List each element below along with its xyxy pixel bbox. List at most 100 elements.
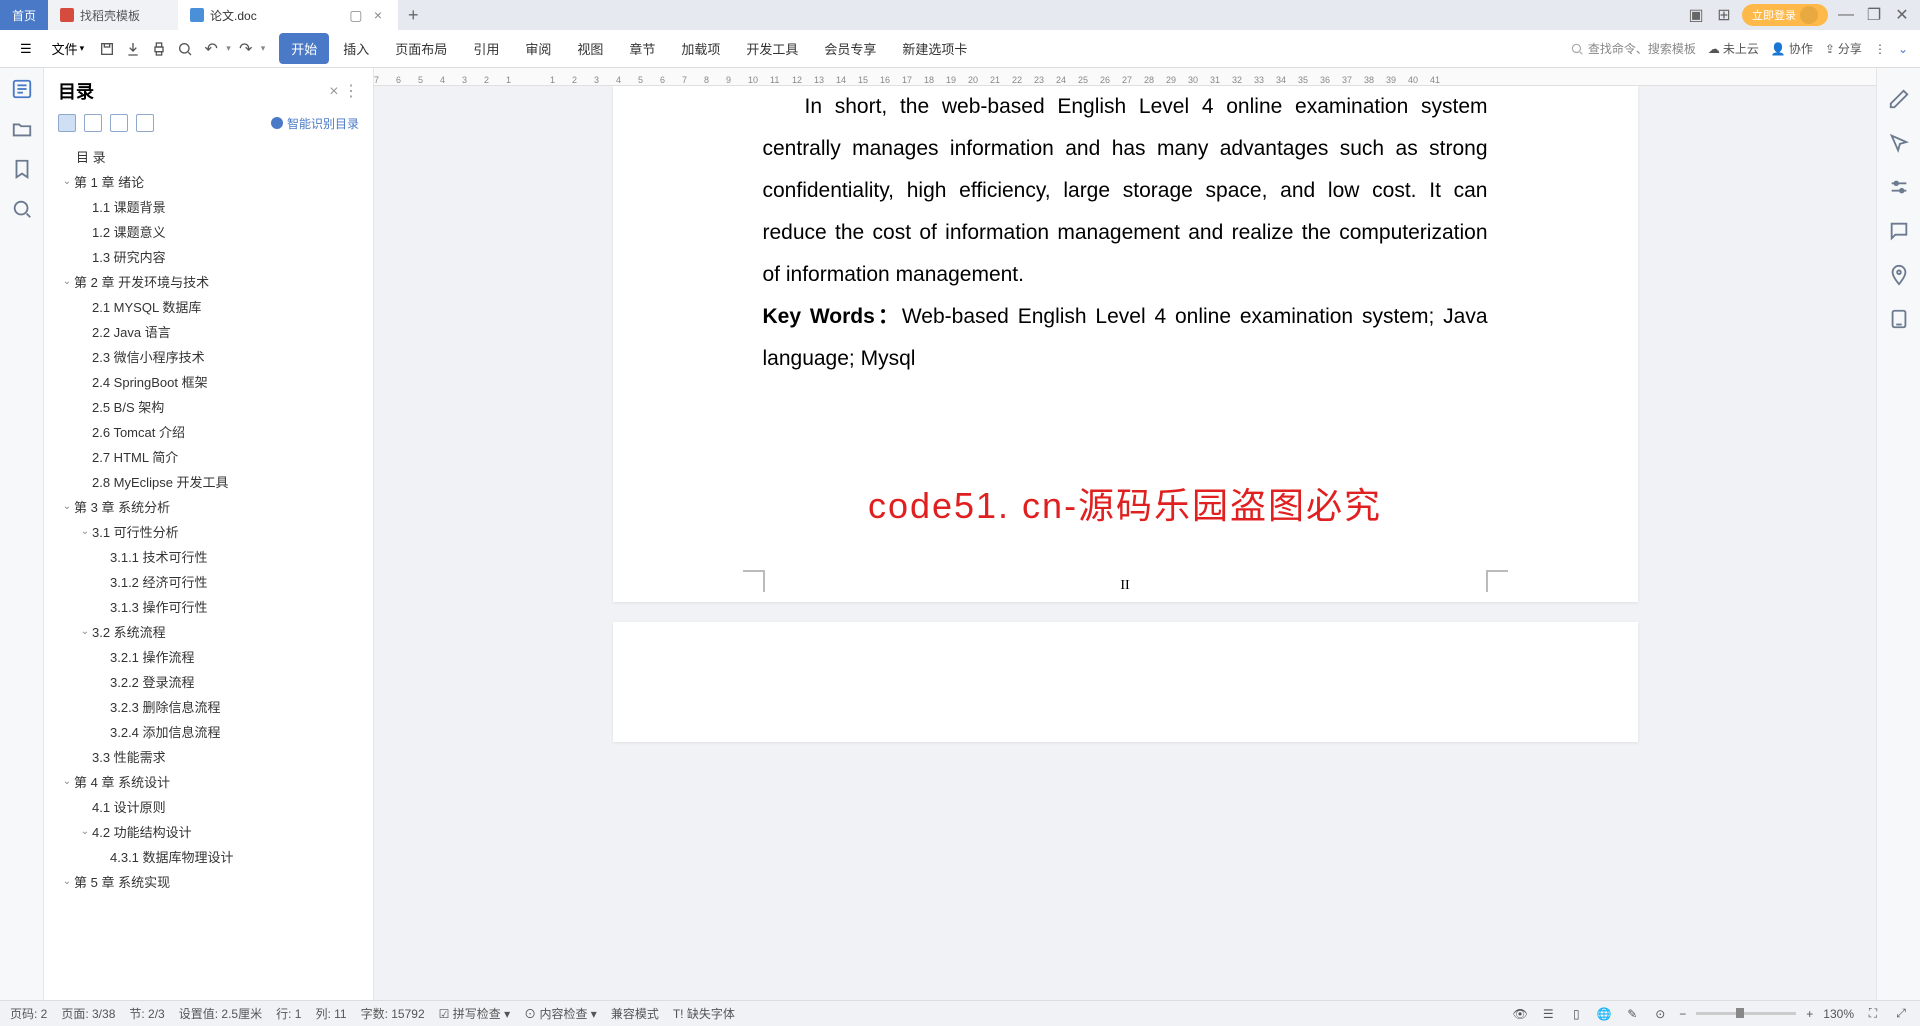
location-icon[interactable]	[1888, 264, 1910, 286]
grid-icon[interactable]: ⊞	[1714, 5, 1734, 25]
ribbon-tab-member[interactable]: 会员专享	[812, 33, 888, 64]
tab-docao[interactable]: 找稻壳模板	[48, 0, 178, 30]
view-list-icon[interactable]: ☰	[1539, 1005, 1557, 1023]
undo-icon[interactable]: ↶	[200, 38, 222, 60]
toc-item[interactable]: 2.4 SpringBoot 框架	[52, 369, 373, 394]
toc-item[interactable]: 3.3 性能需求	[52, 744, 373, 769]
smart-toc-button[interactable]: 智能识别目录	[271, 115, 359, 132]
toc-item[interactable]: 2.2 Java 语言	[52, 319, 373, 344]
toc-item[interactable]: 1.1 课题背景	[52, 194, 373, 219]
toc-item[interactable]: 2.6 Tomcat 介绍	[52, 419, 373, 444]
zoom-value[interactable]: 130%	[1823, 1007, 1854, 1021]
preview-icon[interactable]	[174, 38, 196, 60]
bookmark-rail-icon[interactable]	[11, 158, 33, 180]
maximize-icon[interactable]: ❐	[1864, 5, 1884, 25]
status-compat[interactable]: 兼容模式	[611, 1005, 659, 1022]
toc-root[interactable]: 目 录	[52, 144, 373, 169]
view-page-icon[interactable]: ▯	[1567, 1005, 1585, 1023]
ribbon-tab-dev[interactable]: 开发工具	[734, 33, 810, 64]
ruler[interactable]: 7654321123456789101112131415161718192021…	[374, 68, 1876, 86]
status-section[interactable]: 节: 2/3	[129, 1005, 164, 1022]
tab-document[interactable]: 论文.doc ▢ ×	[178, 0, 398, 30]
toc-item[interactable]: ⌄4.2 功能结构设计	[52, 819, 373, 844]
status-col[interactable]: 列: 11	[315, 1005, 346, 1022]
toc-item[interactable]: 3.1.3 操作可行性	[52, 594, 373, 619]
toc-item[interactable]: 2.5 B/S 架构	[52, 394, 373, 419]
tab-home[interactable]: 首页	[0, 0, 48, 30]
toc-item[interactable]: 2.3 微信小程序技术	[52, 344, 373, 369]
ribbon-tab-addon[interactable]: 加载项	[669, 33, 732, 64]
toc-item[interactable]: ⌄3.2 系统流程	[52, 619, 373, 644]
ribbon-tab-review[interactable]: 审阅	[513, 33, 563, 64]
command-search[interactable]: 查找命令、搜索模板	[1570, 40, 1696, 57]
toc-item[interactable]: 4.1 设计原则	[52, 794, 373, 819]
fullscreen-icon[interactable]: ⛶	[1864, 1005, 1882, 1023]
toc-item[interactable]: 2.8 MyEclipse 开发工具	[52, 469, 373, 494]
ribbon-tab-ref[interactable]: 引用	[461, 33, 511, 64]
outline-tool3-icon[interactable]	[110, 114, 128, 132]
toc-item[interactable]: ⌄第 2 章 开发环境与技术	[52, 269, 373, 294]
login-button[interactable]: 立即登录	[1742, 4, 1828, 26]
tab-window-icon[interactable]: ▢	[345, 7, 366, 23]
toc-item[interactable]: 2.1 MYSQL 数据库	[52, 294, 373, 319]
more-icon[interactable]: ⋮	[1874, 42, 1886, 56]
toc-item[interactable]: ⌄第 1 章 绪论	[52, 169, 373, 194]
close-icon[interactable]: ✕	[1892, 5, 1912, 25]
outline-tool1-icon[interactable]	[58, 114, 76, 132]
outline-tool2-icon[interactable]	[84, 114, 102, 132]
toc-item[interactable]: 3.1.2 经济可行性	[52, 569, 373, 594]
toc-item[interactable]: 1.3 研究内容	[52, 244, 373, 269]
chat-icon[interactable]	[1888, 220, 1910, 242]
toc-item[interactable]: 4.3.1 数据库物理设计	[52, 844, 373, 869]
ribbon-tab-start[interactable]: 开始	[279, 33, 329, 64]
minimize-icon[interactable]: —	[1836, 5, 1856, 25]
save-icon[interactable]	[96, 38, 118, 60]
status-font[interactable]: T! 缺失字体	[673, 1005, 735, 1022]
outline-rail-icon[interactable]	[11, 78, 33, 100]
status-pagecode[interactable]: 页码: 2	[10, 1005, 47, 1022]
ribbon-tab-chapter[interactable]: 章节	[617, 33, 667, 64]
sliders-icon[interactable]	[1888, 176, 1910, 198]
tab-new-button[interactable]: +	[398, 5, 429, 26]
share-button[interactable]: ⇪ 分享	[1825, 40, 1862, 57]
redo-icon[interactable]: ↷	[235, 38, 257, 60]
collapse-icon[interactable]: ⌄	[1898, 42, 1908, 56]
cursor-icon[interactable]	[1888, 132, 1910, 154]
outline-tool4-icon[interactable]	[136, 114, 154, 132]
status-setval[interactable]: 设置值: 2.5厘米	[179, 1005, 262, 1022]
file-menu[interactable]: 文件 ▾	[44, 35, 93, 62]
toc-item[interactable]: ⌄第 3 章 系统分析	[52, 494, 373, 519]
ribbon-tab-insert[interactable]: 插入	[331, 33, 381, 64]
status-page[interactable]: 页面: 3/38	[61, 1005, 115, 1022]
print-icon[interactable]	[148, 38, 170, 60]
status-content[interactable]: ⊙ 内容检查 ▾	[524, 1005, 597, 1022]
toc-item[interactable]: ⌄第 5 章 系统实现	[52, 869, 373, 894]
toc-item[interactable]: ⌄3.1 可行性分析	[52, 519, 373, 544]
status-spell[interactable]: ☑ 拼写检查 ▾	[439, 1005, 510, 1022]
zoom-in-button[interactable]: +	[1806, 1007, 1813, 1021]
tablet-icon[interactable]	[1888, 308, 1910, 330]
toc-item[interactable]: 3.2.3 删除信息流程	[52, 694, 373, 719]
status-row[interactable]: 行: 1	[276, 1005, 301, 1022]
collab-button[interactable]: 👤 协作	[1771, 40, 1813, 57]
toc-item[interactable]: 3.2.4 添加信息流程	[52, 719, 373, 744]
eye-icon[interactable]: 👁	[1511, 1005, 1529, 1023]
outline-close-icon[interactable]: × ⋮	[329, 81, 359, 101]
ribbon-tab-view[interactable]: 视图	[565, 33, 615, 64]
cloud-button[interactable]: ☁ 未上云	[1708, 40, 1759, 57]
view-web-icon[interactable]: 🌐	[1595, 1005, 1613, 1023]
toc-item[interactable]: 1.2 课题意义	[52, 219, 373, 244]
hamburger-icon[interactable]: ☰	[12, 37, 40, 61]
toc-item[interactable]: 2.7 HTML 简介	[52, 444, 373, 469]
toc-item[interactable]: ⌄第 4 章 系统设计	[52, 769, 373, 794]
toc-item[interactable]: 3.1.1 技术可行性	[52, 544, 373, 569]
layout-icon[interactable]: ▣	[1686, 5, 1706, 25]
toc-item[interactable]: 3.2.1 操作流程	[52, 644, 373, 669]
search-rail-icon[interactable]	[11, 198, 33, 220]
pencil-icon[interactable]	[1888, 88, 1910, 110]
zoom-slider[interactable]	[1696, 1012, 1796, 1015]
zoom-target-icon[interactable]: ⊙	[1651, 1005, 1669, 1023]
folder-rail-icon[interactable]	[11, 118, 33, 140]
status-words[interactable]: 字数: 15792	[361, 1005, 425, 1022]
view-draw-icon[interactable]: ✎	[1623, 1005, 1641, 1023]
